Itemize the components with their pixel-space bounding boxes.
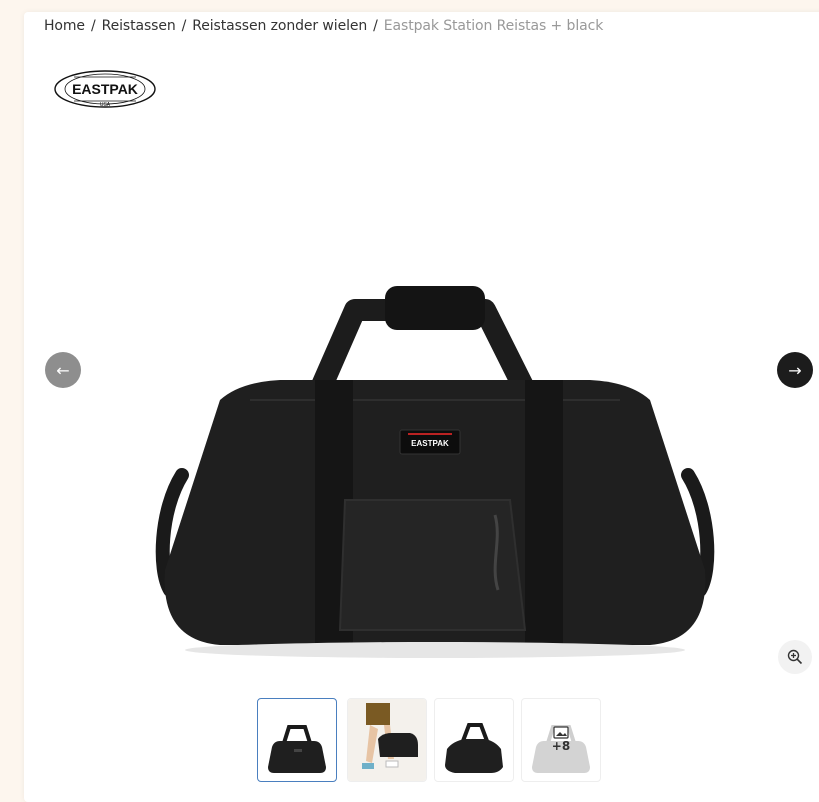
breadcrumb-reistassen[interactable]: Reistassen xyxy=(102,18,176,34)
arrow-left-icon: ← xyxy=(56,360,70,380)
thumbnail-model-carrying-bag[interactable] xyxy=(347,698,427,782)
zoom-button[interactable] xyxy=(778,640,812,674)
bag-brand-label: EASTPAK xyxy=(411,439,449,448)
brand-logo-subtext: USA xyxy=(100,102,111,108)
breadcrumb-reistassen-zonder-wielen[interactable]: Reistassen zonder wielen xyxy=(192,18,367,34)
previous-image-button[interactable]: ← xyxy=(45,352,81,388)
breadcrumb: Home / Reistassen / Reistassen zonder wielen… xyxy=(44,18,603,34)
breadcrumb-separator: / xyxy=(181,18,187,34)
next-image-button[interactable]: → xyxy=(777,352,813,388)
brand-logo[interactable]: EASTPAK USA xyxy=(52,68,158,110)
image-gallery-icon xyxy=(553,726,569,739)
breadcrumb-separator: / xyxy=(373,18,378,34)
thumbnail-bag-front[interactable] xyxy=(257,698,337,782)
thumbnail-bag-side[interactable] xyxy=(434,698,514,782)
more-images-count: +8 xyxy=(551,739,571,753)
breadcrumb-separator: / xyxy=(90,18,96,34)
brand-logo-text: EASTPAK xyxy=(72,81,138,97)
product-main-image[interactable]: EASTPAK xyxy=(130,270,740,670)
breadcrumb-home[interactable]: Home xyxy=(44,18,85,34)
zoom-in-icon xyxy=(787,649,803,665)
arrow-right-icon: → xyxy=(788,360,802,380)
breadcrumb-current: Eastpak Station Reistas + black xyxy=(383,18,604,34)
thumbnail-more-images[interactable]: +8 xyxy=(521,698,601,782)
